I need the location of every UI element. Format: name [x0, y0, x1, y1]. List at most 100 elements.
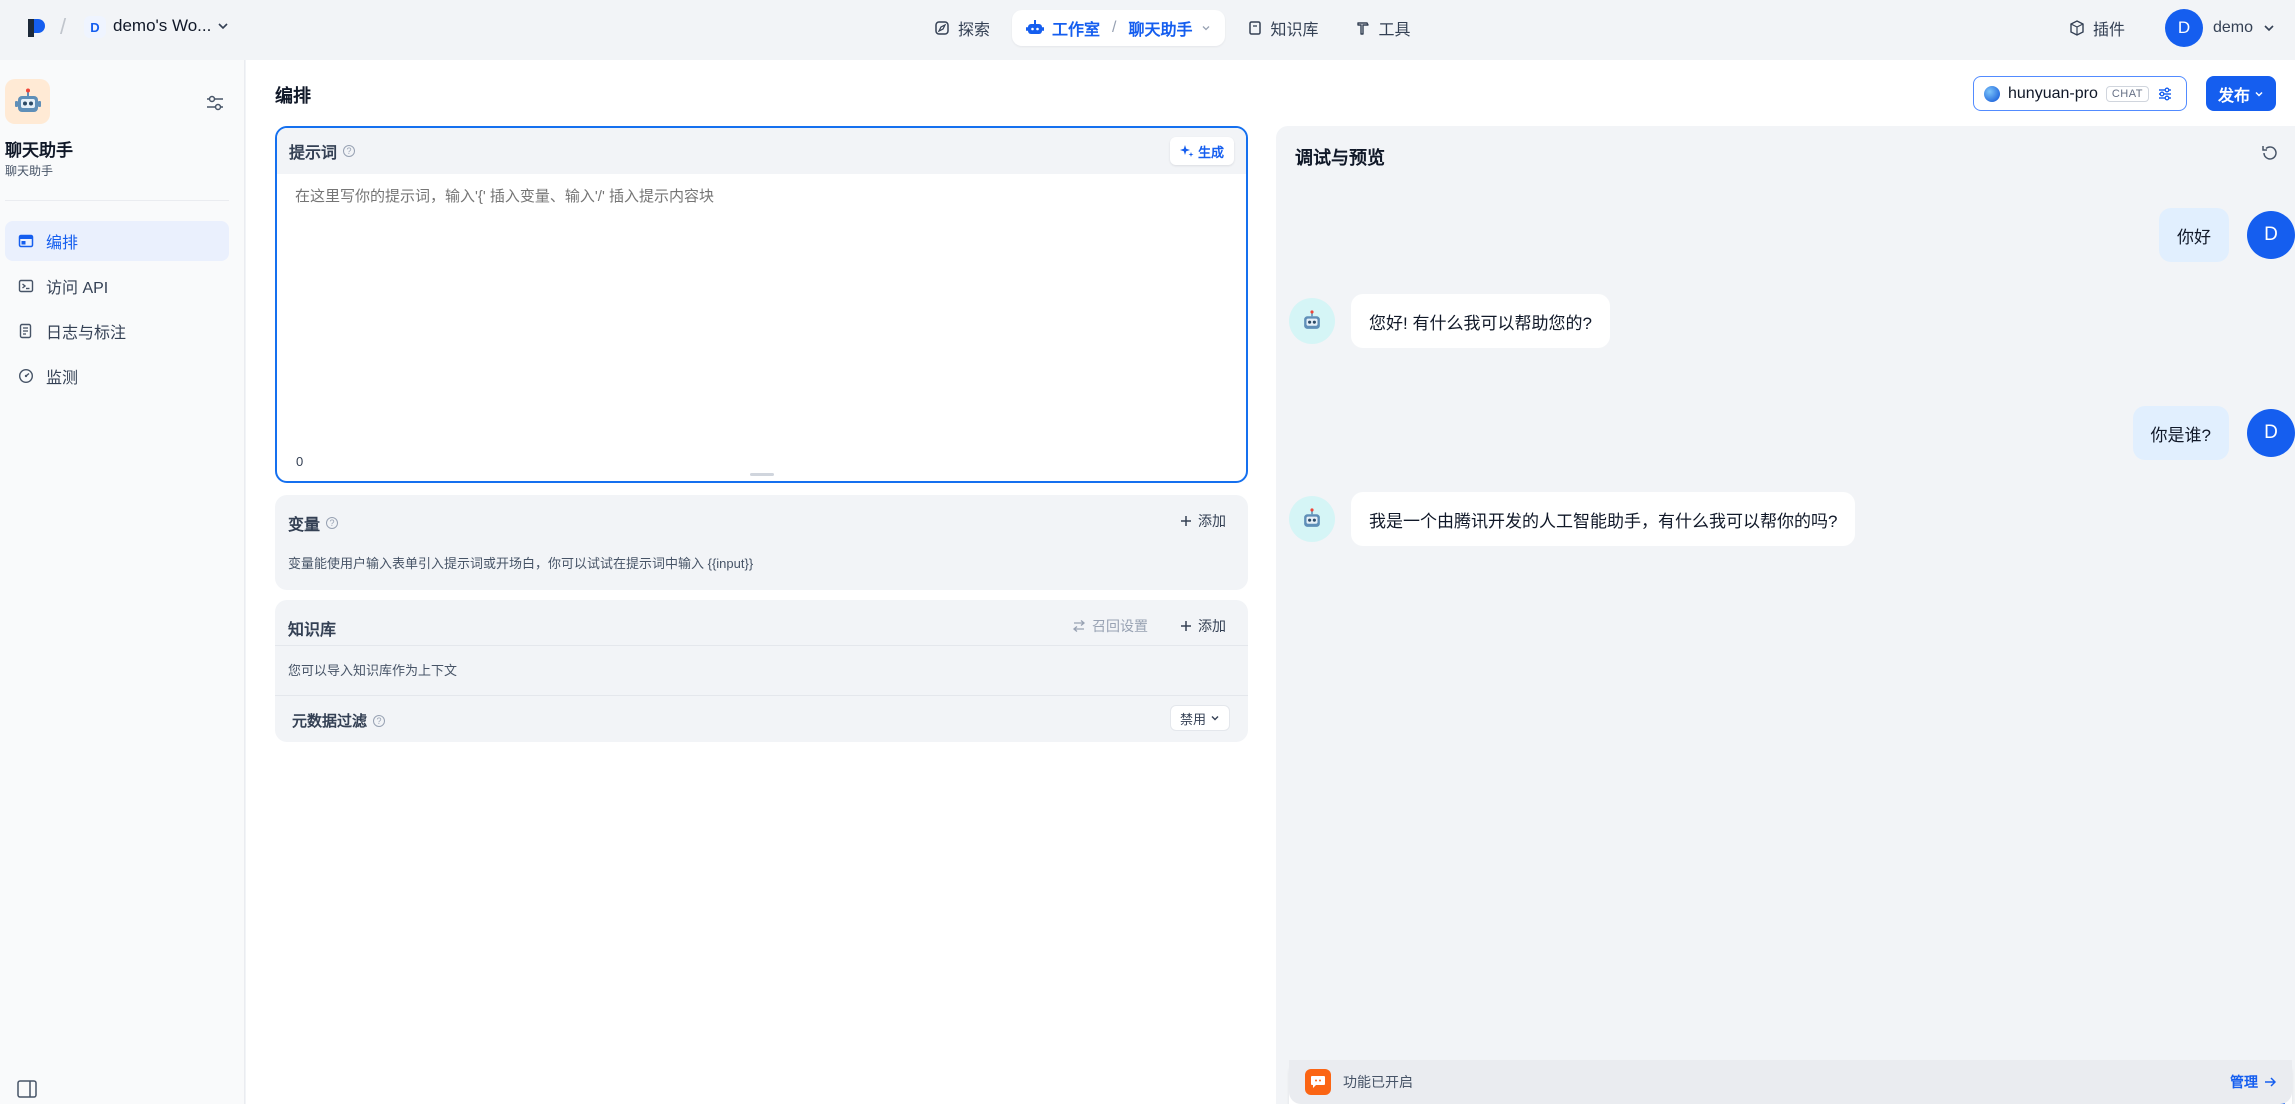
layout-icon — [18, 234, 34, 248]
app-name: 聊天助手 — [5, 141, 73, 160]
sidebar-item-label: 访问 API — [46, 280, 109, 297]
model-selector[interactable]: hunyuan-pro CHAT — [1973, 76, 2187, 111]
knowledge-title: 知识库 — [288, 622, 337, 639]
metadata-filter-select[interactable]: 禁用 — [1169, 705, 1230, 731]
chat-title: 调试与预览 — [1295, 148, 1385, 168]
nav-knowledge[interactable]: 知识库 — [1233, 10, 1333, 46]
dify-logo-icon[interactable] — [24, 16, 48, 40]
nav-tools-label: 工具 — [1378, 22, 1411, 39]
sidebar-item-label: 编排 — [46, 235, 79, 252]
prompt-header: 提示词 ? 生成 — [277, 128, 1246, 174]
swap-icon — [1072, 620, 1086, 632]
add-knowledge-button[interactable]: 添加 — [1180, 616, 1226, 636]
knowledge-card: 知识库 召回设置 添加 您可以导入知识库作为上下文 元数据过滤 ? 禁用 — [275, 600, 1248, 742]
publish-label: 发布 — [2217, 87, 2250, 105]
app-description: 聊天助手 — [5, 164, 54, 178]
terminal-icon — [18, 279, 34, 293]
bot-avatar — [1289, 496, 1335, 542]
arrow-right-icon — [2265, 1077, 2276, 1087]
sidebar-menu: 编排 访问 API 日志与标注 监测 — [5, 221, 229, 401]
generate-label: 生成 — [1197, 144, 1224, 160]
sidebar-item-api[interactable]: 访问 API — [5, 266, 229, 306]
robot-emoji-icon — [1304, 508, 1320, 527]
sidebar-item-orchestrate[interactable]: 编排 — [5, 221, 229, 261]
robot-emoji-icon — [1304, 310, 1320, 329]
refresh-icon[interactable] — [2261, 144, 2279, 162]
plugins-label: 插件 — [2092, 22, 2125, 39]
nav-explore[interactable]: 探索 — [920, 10, 1004, 46]
user-message: 你是谁? D — [2132, 406, 2295, 460]
variables-card: 变量 ? 添加 变量能使用户输入表单引入提示词或开场白，你可以试试在提示词中输入… — [275, 495, 1248, 590]
sidebar-item-logs[interactable]: 日志与标注 — [5, 311, 229, 351]
bot-message-bubble: 您好! 有什么我可以帮助您的? — [1351, 294, 1610, 348]
plus-icon — [1181, 516, 1191, 526]
prompt-title-text: 提示词 — [289, 145, 338, 162]
sliders-icon — [2158, 87, 2171, 100]
chevron-down-icon — [1211, 716, 1219, 721]
user-menu[interactable]: D demo — [2164, 9, 2275, 47]
nav-separator: / — [1112, 19, 1117, 36]
divider — [275, 695, 1248, 696]
sliders-icon[interactable] — [204, 92, 226, 114]
debug-preview-panel: 调试与预览 你好 D 您好! 有什么我可以帮助您的? 你是谁? D 我是一个由腾… — [1276, 126, 2295, 1104]
nav-tools[interactable]: 工具 — [1341, 10, 1425, 46]
variables-title: 变量 ? — [288, 511, 339, 535]
chevron-down-icon — [2255, 91, 2263, 97]
user-message-bubble: 你好 — [2159, 208, 2229, 262]
model-name: hunyuan-pro — [2008, 84, 2098, 102]
recall-settings-button[interactable]: 召回设置 — [1072, 616, 1148, 636]
nav-studio[interactable]: 工作室 / 聊天助手 — [1012, 10, 1225, 46]
help-icon[interactable]: ? — [326, 517, 339, 529]
bot-avatar — [1289, 298, 1335, 344]
workspace-name: demo's Wo... — [113, 16, 212, 35]
sparkle-icon — [1179, 145, 1194, 157]
avatar: D — [2247, 409, 2295, 457]
workspace-switcher[interactable]: demo's Wo... — [113, 16, 229, 36]
resize-handle[interactable] — [750, 473, 774, 476]
feature-bar: 功能已开启 管理 — [1289, 1060, 2292, 1104]
help-icon[interactable]: ? — [373, 714, 386, 727]
sidebar-collapse-icon[interactable] — [17, 1080, 37, 1098]
user-message-bubble: 你是谁? — [2132, 406, 2229, 460]
feature-status: 功能已开启 — [1343, 1074, 1413, 1090]
chat-bubble-icon — [1311, 1076, 1325, 1088]
plugins-button[interactable]: 插件 — [2055, 10, 2139, 46]
add-label: 添加 — [1198, 513, 1226, 529]
chevron-down-icon — [1202, 26, 1209, 31]
feature-icon — [1305, 1069, 1331, 1095]
gauge-icon — [18, 368, 34, 384]
manage-features-button[interactable]: 管理 — [2230, 1072, 2276, 1092]
nav-studio-label: 工作室 — [1052, 22, 1101, 39]
char-count: 0 — [296, 454, 304, 469]
cube-icon — [2070, 20, 2084, 36]
metadata-filter-label: 元数据过滤 — [292, 713, 368, 730]
bot-message-bubble: 我是一个由腾讯开发的人工智能助手，有什么我可以帮你的吗? — [1351, 492, 1856, 546]
add-label: 添加 — [1198, 618, 1226, 634]
plus-icon — [1181, 621, 1191, 631]
top-nav: / D demo's Wo... 探索 工作室 / 聊天助手 知识库 工具 插件 — [0, 0, 2295, 54]
model-mode-badge: CHAT — [2105, 85, 2149, 102]
manage-label: 管理 — [2230, 1074, 2258, 1090]
sidebar-item-monitoring[interactable]: 监测 — [5, 356, 229, 396]
avatar: D — [2164, 9, 2203, 47]
user-message: 你好 D — [2159, 208, 2295, 262]
metadata-filter-title: 元数据过滤 ? — [292, 710, 386, 731]
publish-button[interactable]: 发布 — [2206, 76, 2276, 111]
main-nav: 探索 工作室 / 聊天助手 知识库 工具 — [920, 10, 1425, 46]
nav-current-app-label: 聊天助手 — [1128, 22, 1193, 39]
bot-message: 我是一个由腾讯开发的人工智能助手，有什么我可以帮你的吗? — [1289, 492, 1856, 546]
prompt-input[interactable] — [295, 188, 1225, 205]
bot-message: 您好! 有什么我可以帮助您的? — [1289, 294, 1610, 348]
robot-emoji-icon — [14, 88, 41, 112]
book-icon — [1248, 21, 1261, 35]
prompt-editor: 提示词 ? 生成 0 — [275, 126, 1248, 483]
user-name: demo — [2212, 19, 2253, 36]
generate-button[interactable]: 生成 — [1169, 137, 1234, 165]
help-icon[interactable]: ? — [343, 145, 356, 157]
metadata-filter-value: 禁用 — [1179, 711, 1206, 727]
compass-icon — [935, 21, 949, 35]
chevron-down-icon — [218, 23, 228, 30]
hammer-icon — [1356, 22, 1369, 35]
hunyuan-logo-icon — [1984, 85, 2000, 102]
add-variable-button[interactable]: 添加 — [1180, 511, 1226, 531]
